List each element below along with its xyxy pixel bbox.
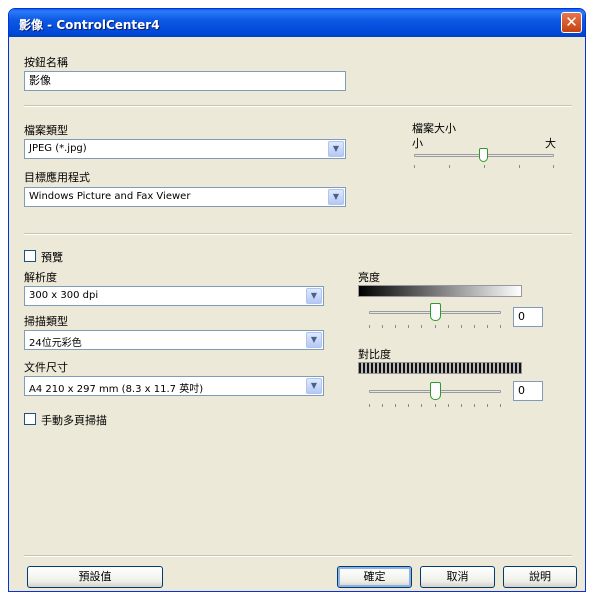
resolution-select[interactable]: 300 x 300 dpi ▼ [24, 286, 324, 306]
cancel-button[interactable]: 取消 [420, 566, 495, 588]
preview-label: 預覽 [41, 251, 63, 264]
scan-type-value: 24位元彩色 [29, 338, 82, 349]
contrast-pattern [358, 362, 522, 374]
title-bar[interactable]: 影像 - ControlCenter4 ✕ [9, 9, 585, 37]
file-type-label: 檔案類型 [24, 124, 68, 137]
dialog-window: 影像 - ControlCenter4 ✕ 按鈕名稱 影像 檔案類型 JPEG … [8, 8, 586, 592]
manual-multipage-label: 手動多頁掃描 [41, 414, 107, 427]
default-button[interactable]: 預設值 [27, 566, 163, 588]
scan-type-select[interactable]: 24位元彩色 ▼ [24, 330, 324, 350]
chevron-down-icon[interactable]: ▼ [328, 189, 344, 205]
contrast-ticks [369, 404, 501, 408]
brightness-value-input[interactable]: 0 [513, 307, 543, 327]
separator [24, 555, 572, 557]
ok-button[interactable]: 確定 [337, 566, 412, 588]
separator [24, 233, 572, 235]
file-size-large-label: 大 [545, 137, 556, 150]
target-app-select[interactable]: Windows Picture and Fax Viewer ▼ [24, 187, 346, 207]
document-size-value: A4 210 x 297 mm (8.3 x 11.7 英吋) [29, 384, 204, 395]
document-size-label: 文件尺寸 [24, 361, 68, 374]
brightness-slider-thumb[interactable] [430, 303, 441, 321]
button-name-label: 按鈕名稱 [24, 56, 68, 69]
file-size-slider-thumb[interactable] [479, 148, 488, 162]
separator [24, 105, 572, 107]
manual-multipage-checkbox[interactable] [24, 413, 36, 425]
brightness-ticks [369, 325, 501, 329]
chevron-down-icon[interactable]: ▼ [328, 141, 344, 157]
chevron-down-icon[interactable]: ▼ [306, 332, 322, 348]
scan-type-label: 掃描類型 [24, 315, 68, 328]
file-size-ticks [414, 165, 554, 169]
button-name-input[interactable]: 影像 [24, 71, 346, 91]
chevron-down-icon[interactable]: ▼ [306, 288, 322, 304]
file-size-small-label: 小 [412, 137, 423, 150]
file-type-value: JPEG (*.jpg) [29, 143, 87, 154]
file-type-select[interactable]: JPEG (*.jpg) ▼ [24, 139, 346, 159]
close-icon[interactable]: ✕ [561, 12, 582, 33]
chevron-down-icon[interactable]: ▼ [306, 378, 322, 394]
window-title: 影像 - ControlCenter4 [19, 18, 160, 32]
brightness-label: 亮度 [358, 271, 380, 284]
resolution-value: 300 x 300 dpi [29, 290, 99, 301]
resolution-label: 解析度 [24, 271, 57, 284]
preview-checkbox[interactable] [24, 250, 36, 262]
contrast-label: 對比度 [358, 348, 391, 361]
contrast-slider-thumb[interactable] [430, 382, 441, 400]
help-button[interactable]: 說明 [503, 566, 577, 588]
brightness-gradient [358, 285, 522, 297]
contrast-value-input[interactable]: 0 [513, 381, 543, 401]
target-app-value: Windows Picture and Fax Viewer [29, 191, 191, 202]
document-size-select[interactable]: A4 210 x 297 mm (8.3 x 11.7 英吋) ▼ [24, 376, 324, 396]
file-size-label: 檔案大小 [412, 122, 456, 135]
target-app-label: 目標應用程式 [24, 171, 90, 184]
